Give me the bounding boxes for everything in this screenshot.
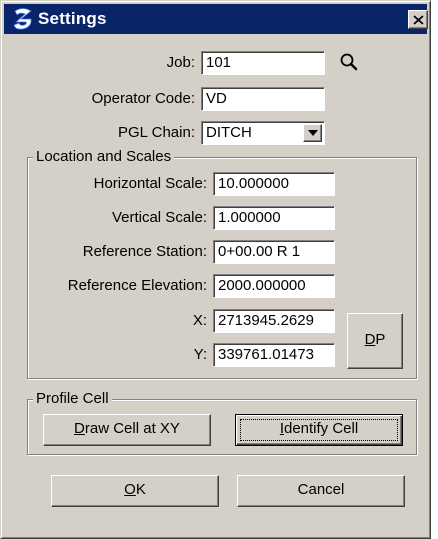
operator-code-label: Operator Code: — [91, 90, 195, 107]
identify-cell-button[interactable]: Identify Cell — [235, 414, 403, 446]
y-field[interactable]: 339761.01473 — [213, 343, 335, 367]
cancel-button[interactable]: Cancel — [237, 475, 405, 507]
job-label: Job: — [166, 54, 195, 71]
ok-button[interactable]: OK — [51, 475, 219, 507]
reference-elevation-field[interactable]: 2000.000000 — [213, 274, 335, 298]
app-logo-icon — [13, 8, 32, 30]
operator-code-field[interactable]: VD — [201, 87, 325, 111]
y-label: Y: — [193, 346, 207, 363]
focus-rectangle — [240, 419, 398, 441]
job-field[interactable]: 101 — [201, 51, 325, 75]
profile-cell-title: Profile Cell — [33, 390, 112, 408]
pgl-chain-label: PGL Chain: — [118, 124, 195, 141]
search-icon[interactable] — [339, 52, 359, 72]
reference-elevation-label: Reference Elevation: — [67, 277, 207, 294]
pgl-chain-select[interactable]: DITCH — [201, 121, 325, 145]
draw-cell-button[interactable]: Draw Cell at XY — [43, 414, 211, 446]
close-icon — [413, 15, 424, 25]
vertical-scale-label: Vertical Scale: — [111, 209, 207, 226]
horizontal-scale-label: Horizontal Scale: — [93, 175, 207, 192]
horizontal-scale-field[interactable]: 10.000000 — [213, 172, 335, 196]
window-title: Settings — [38, 9, 107, 28]
location-and-scales-title: Location and Scales — [33, 148, 175, 166]
settings-dialog: Settings Job: 101 Operator Code: VD PGL … — [0, 0, 431, 539]
x-label: X: — [192, 312, 207, 329]
dropdown-arrow-icon — [308, 130, 318, 136]
reference-station-label: Reference Station: — [82, 243, 207, 260]
x-field[interactable]: 2713945.2629 — [213, 309, 335, 333]
title-bar[interactable]: Settings — [4, 4, 428, 34]
dp-button[interactable]: DP — [347, 313, 403, 369]
close-button[interactable] — [408, 10, 428, 29]
reference-station-field[interactable]: 0+00.00 R 1 — [213, 240, 335, 264]
dropdown-arrow-button[interactable] — [303, 124, 322, 142]
vertical-scale-field[interactable]: 1.000000 — [213, 206, 335, 230]
